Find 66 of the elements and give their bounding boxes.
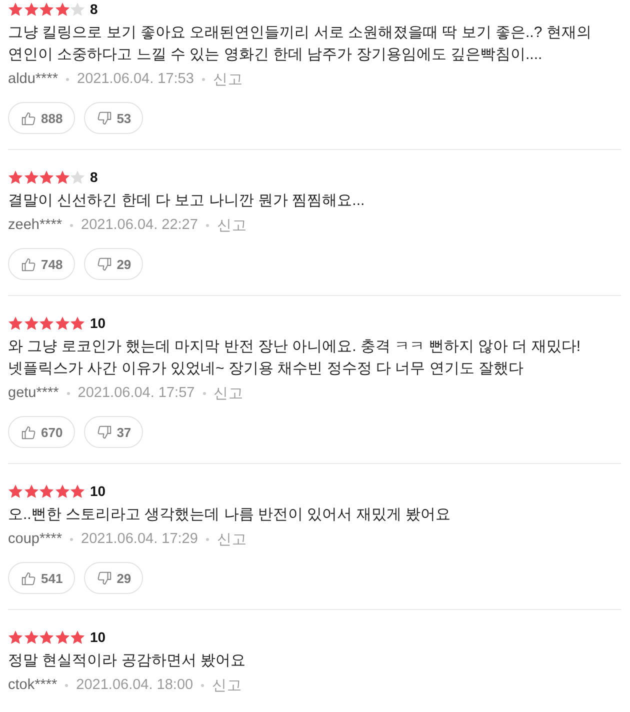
review-date: 2021.06.04. 18:00 xyxy=(76,677,194,693)
review-date: 2021.06.04. 17:53 xyxy=(77,71,194,87)
like-button[interactable]: 670 xyxy=(8,416,75,448)
thumbs-down-icon xyxy=(96,110,112,126)
review-author: getu**** xyxy=(8,385,59,401)
star-icon xyxy=(24,630,38,644)
review-text: 그냥 킬링으로 보기 좋아요 오래된연인들끼리 서로 소원해졌을때 딱 보기 좋은..? 현재의 연인이 소중하다고 느낄 수 있는 영화긴 한데 남주가 장기용임에도 깊은빡침이.... xyxy=(8,23,592,65)
star-icon xyxy=(54,170,70,184)
star-icon xyxy=(39,170,54,184)
dislike-button[interactable]: 29 xyxy=(84,248,144,280)
rating-score: 8 xyxy=(90,169,98,185)
review-date: 2021.06.04. 17:29 xyxy=(81,531,198,547)
star-icon xyxy=(8,484,23,498)
rating-score: 10 xyxy=(90,629,106,645)
star-icon xyxy=(8,630,23,644)
like-button[interactable]: 748 xyxy=(8,248,75,280)
rating-score: 10 xyxy=(90,483,106,499)
rating-score: 10 xyxy=(90,315,106,331)
star-icon xyxy=(39,630,54,644)
star-icon xyxy=(70,630,85,644)
review-text: 결말이 신선하긴 한데 다 보고 나니깐 뭔가 찜찜해요... xyxy=(8,191,366,211)
star-icon xyxy=(54,484,70,498)
star-icon xyxy=(39,484,54,498)
report-link[interactable]: 신고 xyxy=(216,216,247,234)
star-icon xyxy=(54,630,70,644)
review-date: 2021.06.04. 17:57 xyxy=(78,385,195,401)
star-icon xyxy=(24,484,38,498)
report-link[interactable]: 신고 xyxy=(216,530,247,548)
thumbs-up-icon xyxy=(21,570,36,586)
dislike-button[interactable]: 53 xyxy=(84,102,144,134)
star-icon xyxy=(54,2,70,16)
review-text: 오..뻔한 스토리라고 생각했는데 나름 반전이 있어서 재밌게 봤어요 xyxy=(8,505,452,525)
thumbs-down-icon xyxy=(96,570,112,586)
review-author: ctok**** xyxy=(8,677,58,693)
star-icon xyxy=(24,170,38,184)
star-icon xyxy=(70,170,85,184)
star-icon xyxy=(8,2,23,16)
thumbs-up-icon xyxy=(21,256,36,272)
thumbs-down-icon xyxy=(96,256,112,272)
dislike-button[interactable]: 29 xyxy=(84,562,144,594)
report-link[interactable]: 신고 xyxy=(212,70,243,88)
star-icon xyxy=(39,2,54,16)
review-author: coup**** xyxy=(8,531,62,547)
review-author: zeeh**** xyxy=(8,217,62,233)
star-icon xyxy=(70,316,85,330)
star-icon xyxy=(24,2,38,16)
report-link[interactable]: 신고 xyxy=(214,384,244,402)
thumbs-up-icon xyxy=(21,110,36,126)
star-icon xyxy=(8,170,23,184)
dislike-button[interactable]: 37 xyxy=(84,416,144,448)
star-icon xyxy=(8,316,23,330)
thumbs-down-icon xyxy=(96,424,112,440)
star-icon xyxy=(70,484,85,498)
star-icon xyxy=(70,2,85,16)
review-text: 와 그냥 로코인가 했는데 마지막 반전 장난 아니에요. 충격 ㅋㅋ 뻔하지 않아 더 재밌다! 넷플릭스가 사간 이유가 있었네~ 장기용 채수빈 정수정 다 너무 연기도 잘했다 xyxy=(8,337,582,379)
rating-score: 8 xyxy=(90,1,98,17)
review-author: aldu**** xyxy=(8,71,58,87)
review-date: 2021.06.04. 22:27 xyxy=(81,217,198,233)
report-link[interactable]: 신고 xyxy=(212,676,242,694)
star-icon xyxy=(39,316,54,330)
review-text: 정말 현실적이라 공감하면서 봤어요 xyxy=(8,651,247,671)
thumbs-up-icon xyxy=(21,424,36,440)
like-button[interactable]: 888 xyxy=(8,102,75,134)
star-icon xyxy=(24,316,38,330)
like-button[interactable]: 541 xyxy=(8,562,75,594)
star-icon xyxy=(54,316,70,330)
